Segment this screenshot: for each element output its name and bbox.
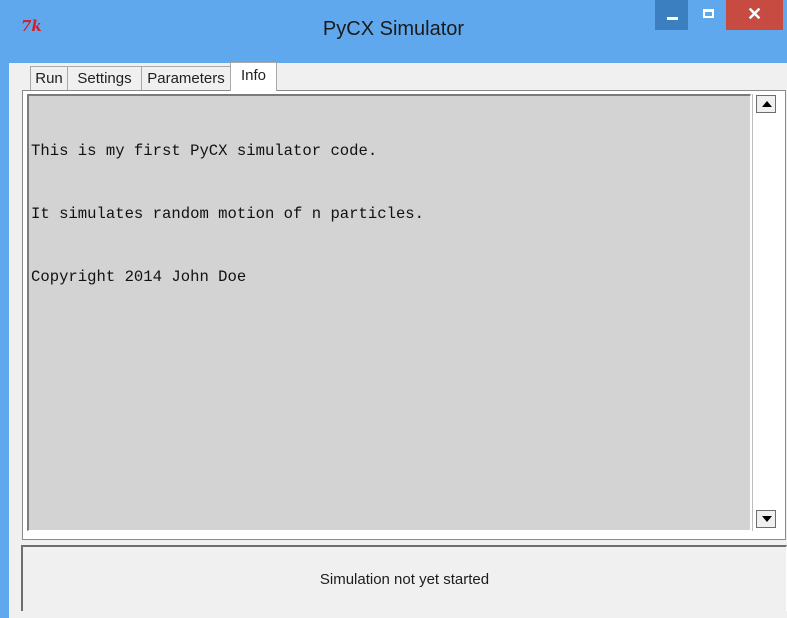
minimize-button[interactable] xyxy=(655,0,688,30)
scroll-down-button[interactable] xyxy=(756,510,776,528)
close-button[interactable]: ✕ xyxy=(726,0,783,30)
arrow-up-icon xyxy=(762,101,772,107)
minimize-icon xyxy=(667,17,678,20)
scroll-up-button[interactable] xyxy=(756,95,776,113)
close-icon: ✕ xyxy=(746,4,763,24)
status-bar: Simulation not yet started xyxy=(21,545,787,611)
maximize-icon xyxy=(703,9,714,18)
tab-info[interactable]: Info xyxy=(230,62,277,91)
info-line: It simulates random motion of n particle… xyxy=(31,205,425,223)
tab-parameters[interactable]: Parameters xyxy=(141,66,231,90)
arrow-down-icon xyxy=(762,516,772,522)
info-line: This is my first PyCX simulator code. xyxy=(31,142,378,160)
tab-run[interactable]: Run xyxy=(30,66,68,90)
vertical-scrollbar[interactable] xyxy=(752,94,779,531)
tab-settings[interactable]: Settings xyxy=(67,66,142,90)
info-line: Copyright 2014 John Doe xyxy=(31,268,247,286)
maximize-button[interactable] xyxy=(692,0,725,30)
info-text-area[interactable]: This is my first PyCX simulator code. It… xyxy=(27,94,751,531)
title-bar[interactable]: 7k PyCX Simulator ✕ xyxy=(0,0,787,63)
app-window: 7k PyCX Simulator ✕ Run Settings Paramet… xyxy=(0,0,787,618)
status-text: Simulation not yet started xyxy=(319,571,490,588)
